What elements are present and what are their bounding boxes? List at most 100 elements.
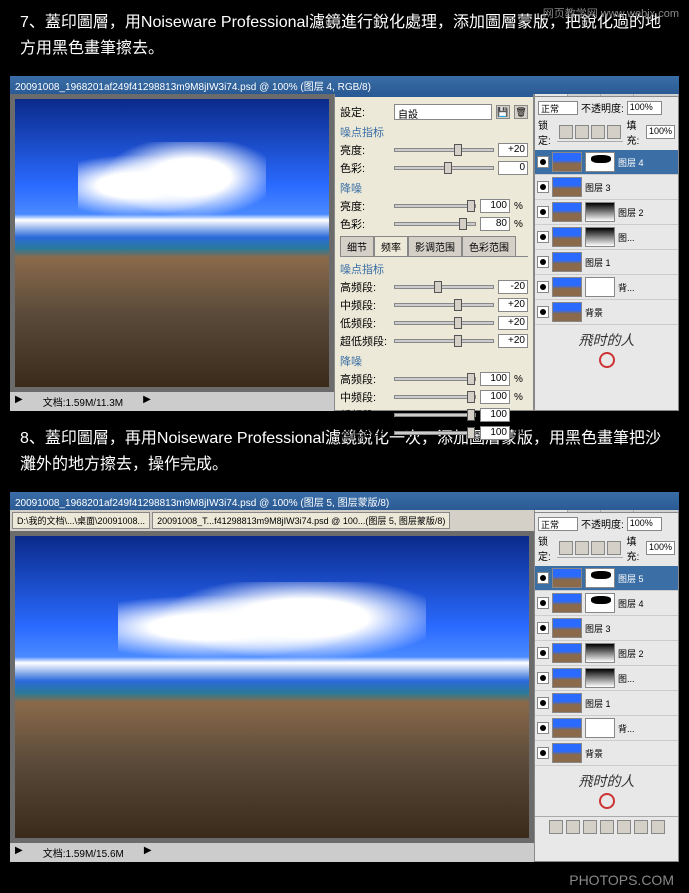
layer-thumbnail[interactable]	[552, 693, 582, 713]
lock-all-icon-2[interactable]	[607, 541, 621, 555]
layer-name[interactable]: 背...	[618, 722, 676, 735]
visibility-eye-icon[interactable]	[537, 572, 549, 584]
brightness2-slider[interactable]	[394, 204, 476, 208]
visibility-eye-icon[interactable]	[537, 306, 549, 318]
highfreq-value[interactable]: -20	[498, 280, 528, 294]
layer-thumbnail[interactable]	[552, 618, 582, 638]
delete-layer-icon[interactable]	[651, 820, 665, 834]
fill-value-2[interactable]: 100%	[646, 541, 675, 555]
new-layer-icon[interactable]	[634, 820, 648, 834]
midfreq-value[interactable]: +20	[498, 298, 528, 312]
brightness2-value[interactable]: 100	[480, 199, 510, 213]
lowfreq-value[interactable]: +20	[498, 316, 528, 330]
highfreq-slider[interactable]	[394, 285, 494, 289]
layer-thumbnail[interactable]	[552, 302, 582, 322]
tab-color-range[interactable]: 色彩范围	[462, 236, 516, 256]
ultralowfreq-slider[interactable]	[394, 339, 494, 343]
layer-name[interactable]: 图层 4	[618, 597, 676, 610]
tab-detail[interactable]: 细节	[340, 236, 374, 256]
layer-thumbnail[interactable]	[552, 643, 582, 663]
layer-item[interactable]: 图层 2	[535, 200, 678, 225]
tab-tone[interactable]: 影调范围	[408, 236, 462, 256]
lock-transparency-icon-2[interactable]	[559, 541, 573, 555]
midfreq-slider[interactable]	[394, 303, 494, 307]
layer-mask-thumbnail[interactable]	[585, 643, 615, 663]
layer-thumbnail[interactable]	[552, 593, 582, 613]
layer-mask-thumbnail[interactable]	[585, 277, 615, 297]
layer-name[interactable]: 图层 1	[585, 256, 676, 269]
layer-item[interactable]: 背...	[535, 716, 678, 741]
layer-item[interactable]: 图层 3	[535, 175, 678, 200]
visibility-eye-icon[interactable]	[537, 231, 549, 243]
blend-mode-dropdown[interactable]: 正常	[538, 101, 578, 115]
layer-item[interactable]: 图层 1	[535, 691, 678, 716]
visibility-eye-icon[interactable]	[537, 672, 549, 684]
layer-name[interactable]: 图层 4	[618, 156, 676, 169]
setting-delete-icon[interactable]: 🗑	[514, 105, 528, 119]
add-mask-icon[interactable]	[583, 820, 597, 834]
color-slider[interactable]	[394, 166, 494, 170]
visibility-eye-icon[interactable]	[537, 156, 549, 168]
lock-transparency-icon[interactable]	[559, 125, 573, 139]
layer-thumbnail[interactable]	[552, 202, 582, 222]
layer-name[interactable]: 图层 3	[585, 622, 676, 635]
visibility-eye-icon[interactable]	[537, 181, 549, 193]
layer-thumbnail[interactable]	[552, 277, 582, 297]
layer-thumbnail[interactable]	[552, 718, 582, 738]
layer-thumbnail[interactable]	[552, 252, 582, 272]
lowfreq-slider[interactable]	[394, 321, 494, 325]
lock-all-icon[interactable]	[607, 125, 621, 139]
layer-item[interactable]: 图层 2	[535, 641, 678, 666]
adjustment-layer-icon[interactable]	[600, 820, 614, 834]
setting-save-icon[interactable]: 💾	[496, 105, 510, 119]
layer-thumbnail[interactable]	[552, 568, 582, 588]
fill-value[interactable]: 100%	[646, 125, 675, 139]
layer-name[interactable]: 背景	[585, 306, 676, 319]
lock-image-icon[interactable]	[575, 125, 589, 139]
layer-name[interactable]: 图层 2	[618, 206, 676, 219]
link-layers-icon[interactable]	[549, 820, 563, 834]
layer-item[interactable]: 图...	[535, 666, 678, 691]
layer-mask-thumbnail[interactable]	[585, 593, 615, 613]
layer-mask-thumbnail[interactable]	[585, 152, 615, 172]
canvas-area-2[interactable]	[10, 531, 534, 843]
color2-slider[interactable]	[394, 222, 476, 226]
layer-item[interactable]: 图层 4	[535, 591, 678, 616]
layer-name[interactable]: 图层 1	[585, 697, 676, 710]
layer-thumbnail[interactable]	[552, 177, 582, 197]
color-value[interactable]: 0	[498, 161, 528, 175]
layer-item[interactable]: 图层 5	[535, 566, 678, 591]
layer-name[interactable]: 图...	[618, 231, 676, 244]
layer-fx-icon[interactable]	[566, 820, 580, 834]
layer-thumbnail[interactable]	[552, 743, 582, 763]
layer-item[interactable]: 背景	[535, 300, 678, 325]
layer-item[interactable]: 图...	[535, 225, 678, 250]
layer-thumbnail[interactable]	[552, 152, 582, 172]
visibility-eye-icon[interactable]	[537, 722, 549, 734]
lock-position-icon-2[interactable]	[591, 541, 605, 555]
tab-frequency[interactable]: 频率	[374, 236, 408, 256]
layer-name[interactable]: 背景	[585, 747, 676, 760]
layer-item[interactable]: 图层 1	[535, 250, 678, 275]
blend-mode-dropdown-2[interactable]: 正常	[538, 517, 578, 531]
layer-item[interactable]: 背...	[535, 275, 678, 300]
doc-tab-2[interactable]: 20091008_T...f41298813m9M8jIW3i74.psd @ …	[152, 512, 450, 529]
brightness-slider[interactable]	[394, 148, 494, 152]
layer-item[interactable]: 背景	[535, 741, 678, 766]
color2-value[interactable]: 80	[480, 217, 510, 231]
layer-thumbnail[interactable]	[552, 668, 582, 688]
layer-mask-thumbnail[interactable]	[585, 227, 615, 247]
group-icon[interactable]	[617, 820, 631, 834]
opacity-value[interactable]: 100%	[627, 101, 662, 115]
layer-name[interactable]: 背...	[618, 281, 676, 294]
layer-mask-thumbnail[interactable]	[585, 718, 615, 738]
layer-mask-thumbnail[interactable]	[585, 568, 615, 588]
setting-dropdown[interactable]: 自設	[394, 104, 492, 120]
layer-name[interactable]: 图层 2	[618, 647, 676, 660]
doc-tab-1[interactable]: D:\我的文档\...\桌面\20091008...	[12, 512, 150, 529]
visibility-eye-icon[interactable]	[537, 697, 549, 709]
layer-item[interactable]: 图层 4	[535, 150, 678, 175]
canvas-area-1[interactable]	[10, 94, 334, 392]
lock-position-icon[interactable]	[591, 125, 605, 139]
layer-thumbnail[interactable]	[552, 227, 582, 247]
